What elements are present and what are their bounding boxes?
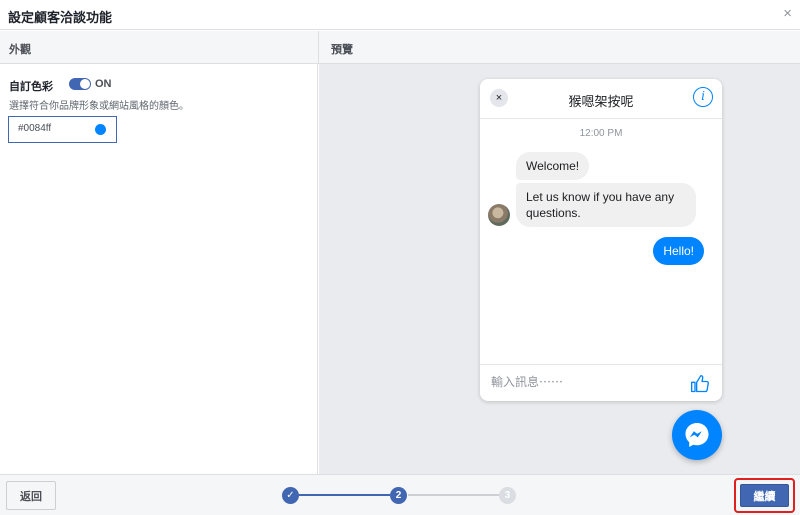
chat-timestamp: 12:00 PM: [579, 128, 623, 139]
chat-window: × 猴嗯架按呢 i 12:00 PM Welcome! Let us know …: [480, 79, 722, 401]
preview-section-label: 預覽: [331, 44, 353, 56]
dialog-header: 設定顧客洽談功能 ×: [0, 0, 800, 30]
step-connector-pending: [408, 494, 499, 496]
step-2: 2: [390, 487, 407, 504]
incoming-message: Let us know if you have any questions.: [516, 183, 696, 227]
continue-button[interactable]: 繼續: [740, 484, 789, 507]
messenger-icon: [685, 423, 709, 447]
avatar: [488, 204, 510, 226]
section-divider: [318, 31, 319, 64]
color-swatch[interactable]: [95, 124, 106, 135]
messenger-launcher[interactable]: [672, 410, 722, 460]
appearance-section-label: 外觀: [9, 44, 31, 56]
preview-panel: × 猴嗯架按呢 i 12:00 PM Welcome! Let us know …: [319, 64, 800, 474]
incoming-message: Welcome!: [516, 152, 590, 180]
progress-stepper: ✓ 2 3: [281, 485, 517, 505]
outgoing-message: Hello!: [653, 237, 704, 265]
custom-color-helper: 選擇符合你品牌形象或網站風格的顏色。: [9, 101, 189, 112]
color-hex-input[interactable]: [18, 123, 88, 134]
custom-color-toggle[interactable]: [69, 78, 91, 90]
dialog: 設定顧客洽談功能 × 外觀 預覽 自訂色彩 ON 選擇符合你品牌形象或網站風格的…: [0, 0, 800, 515]
toggle-knob: [80, 79, 90, 89]
dialog-title: 設定顧客洽談功能: [8, 10, 113, 25]
step-1-check-icon: ✓: [282, 487, 299, 504]
toggle-state-text: ON: [95, 78, 112, 90]
section-bar: 外觀 預覽: [0, 31, 800, 64]
appearance-panel: 自訂色彩 ON 選擇符合你品牌形象或網站風格的顏色。: [0, 64, 318, 474]
thumbs-up-icon[interactable]: [690, 374, 710, 394]
chat-title: 猴嗯架按呢: [568, 94, 634, 109]
color-field[interactable]: [8, 116, 117, 143]
step-3: 3: [499, 487, 516, 504]
back-button[interactable]: 返回: [6, 481, 56, 510]
continue-highlight: 繼續: [734, 478, 795, 513]
dialog-footer: 返回 ✓ 2 3 繼續: [0, 474, 800, 515]
chat-header: × 猴嗯架按呢 i: [480, 79, 722, 119]
message-input[interactable]: [491, 375, 671, 389]
chat-composer: [480, 364, 722, 401]
close-icon[interactable]: ×: [783, 5, 792, 22]
step-connector-done: [299, 494, 390, 496]
custom-color-label: 自訂色彩: [9, 81, 53, 93]
info-icon[interactable]: i: [693, 87, 713, 107]
